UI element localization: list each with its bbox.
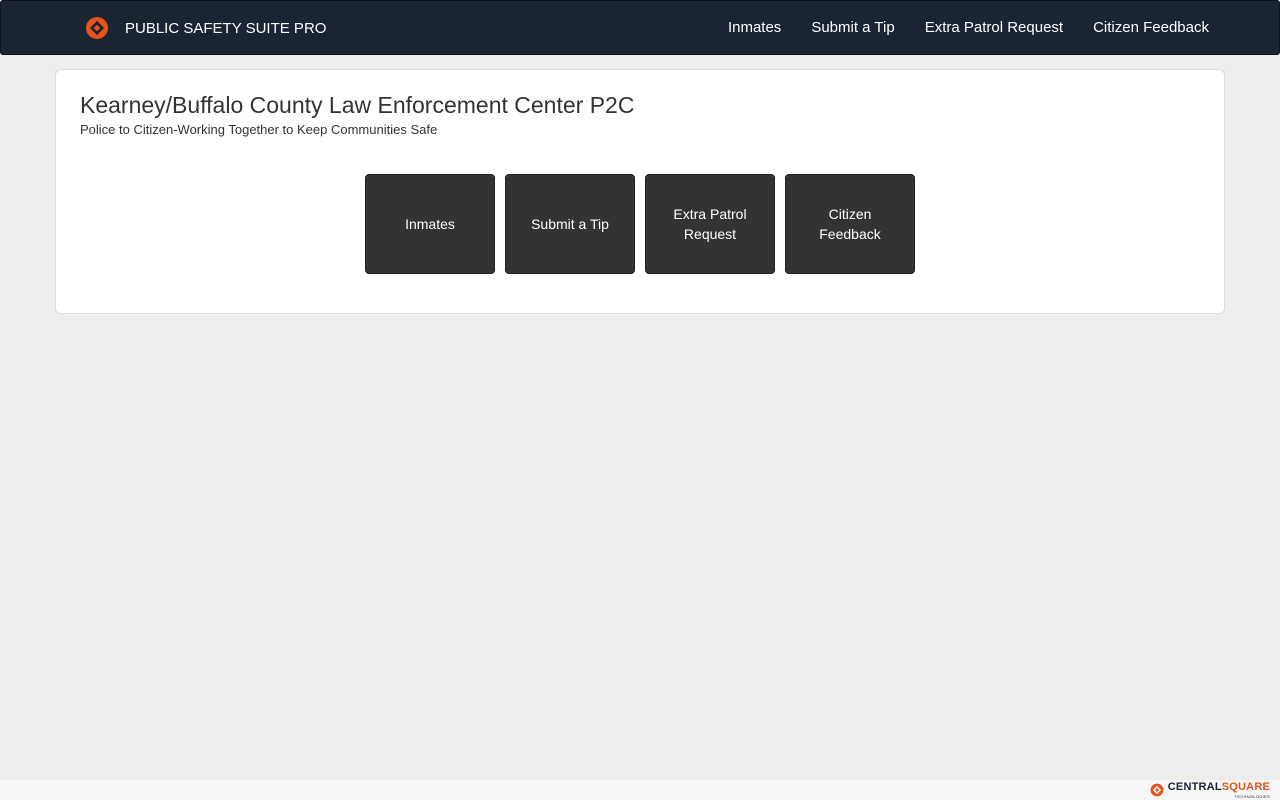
- module-tiles: Inmates Submit a Tip Extra Patrol Reques…: [365, 174, 915, 274]
- content-panel: Kearney/Buffalo County Law Enforcement C…: [55, 69, 1225, 314]
- logo-wordmark: CENTRALSQUARE TECHNOLOGIES: [1168, 781, 1270, 799]
- nav-link-submit-tip[interactable]: Submit a Tip: [811, 19, 894, 36]
- tile-extra-patrol-request[interactable]: Extra Patrol Request: [645, 174, 775, 274]
- main-nav: Inmates Submit a Tip Extra Patrol Reques…: [698, 1, 1209, 54]
- nav-link-extra-patrol-request[interactable]: Extra Patrol Request: [925, 19, 1063, 36]
- logo-word-central: CENTRAL: [1167, 781, 1222, 793]
- nav-link-inmates[interactable]: Inmates: [728, 19, 781, 36]
- brand-link[interactable]: PUBLIC SAFETY SUITE PRO: [85, 15, 326, 41]
- page-title: Kearney/Buffalo County Law Enforcement C…: [80, 92, 635, 118]
- logo-word-square: SQUARE: [1221, 781, 1270, 793]
- logo-word: CENTRALSQUARE: [1168, 781, 1270, 794]
- page-subtitle: Police to Citizen-Working Together to Ke…: [80, 122, 438, 137]
- tile-citizen-feedback[interactable]: Citizen Feedback: [785, 174, 915, 274]
- centralsquare-logo: CENTRALSQUARE TECHNOLOGIES: [1150, 781, 1270, 799]
- brand-name[interactable]: PUBLIC SAFETY SUITE PRO: [125, 20, 326, 37]
- nav-link-citizen-feedback[interactable]: Citizen Feedback: [1093, 19, 1209, 36]
- top-navbar: PUBLIC SAFETY SUITE PRO Inmates Submit a…: [0, 0, 1280, 55]
- centralsquare-diamond-icon: [86, 17, 108, 39]
- footer: CENTRALSQUARE TECHNOLOGIES: [0, 780, 1280, 800]
- tile-submit-tip[interactable]: Submit a Tip: [505, 174, 635, 274]
- logo-subtitle: TECHNOLOGIES: [1234, 794, 1270, 799]
- tile-inmates[interactable]: Inmates: [365, 174, 495, 274]
- centralsquare-diamond-icon: [1150, 783, 1164, 797]
